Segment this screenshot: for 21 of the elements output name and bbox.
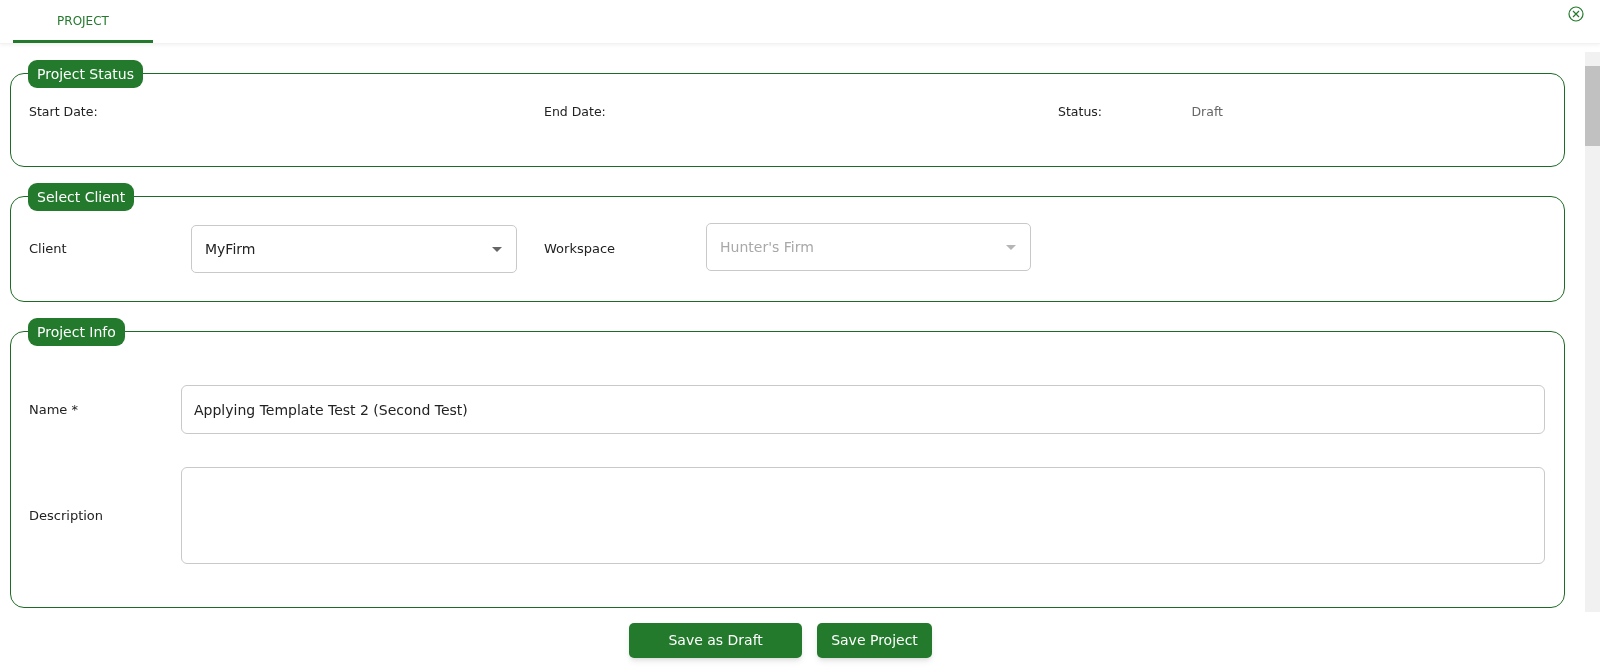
field-label: Client (29, 240, 68, 259)
field-label: Workspace (544, 240, 617, 259)
name-input[interactable]: Applying Template Test 2 (Second Test) (181, 385, 1545, 434)
field-label: End Date: (544, 103, 607, 122)
action-button[interactable]: Save Project (817, 623, 932, 658)
field-label: Start Date: (29, 103, 99, 122)
section-legend: Select Client (28, 183, 135, 211)
tab[interactable]: PROJECT (13, 6, 153, 43)
field-label: Name * (29, 400, 79, 419)
field-label: Description (29, 506, 105, 525)
section-legend: Project Info (28, 318, 125, 346)
field-value: Draft (1191, 103, 1223, 122)
section-legend: Project Status (28, 60, 143, 88)
field-label: Status: (1058, 103, 1104, 122)
scrollbar[interactable] (1585, 52, 1600, 612)
action-button[interactable]: Save as Draft (629, 623, 803, 658)
caret-icon (492, 246, 502, 252)
close-icon[interactable] (1568, 6, 1584, 22)
description-input[interactable] (181, 467, 1545, 564)
caret-icon (1006, 244, 1016, 250)
select-dropdown[interactable]: MyFirm (191, 225, 517, 273)
